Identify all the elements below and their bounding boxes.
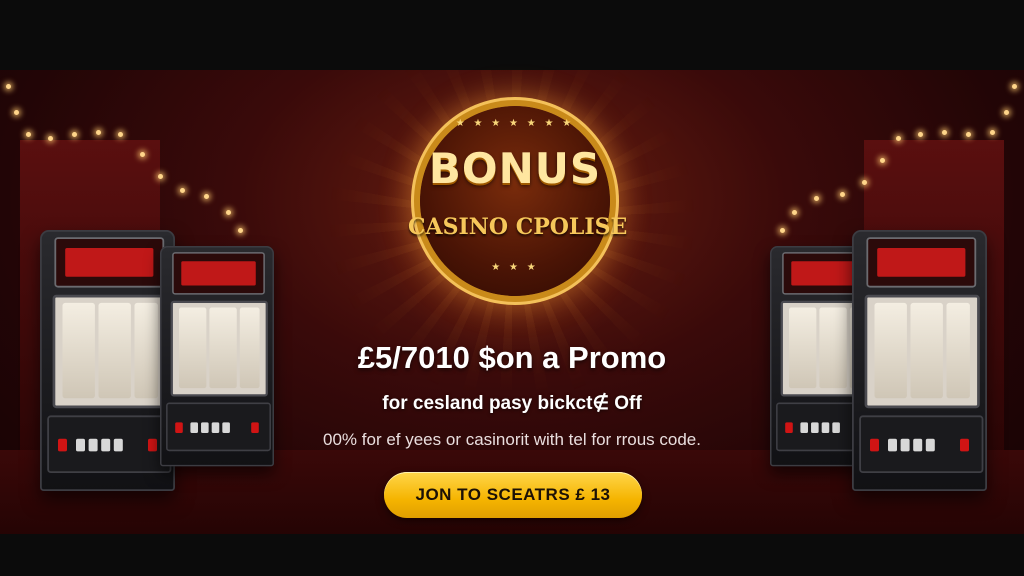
badge-stars-top: ★ ★ ★ ★ ★ ★ ★ [455, 118, 575, 129]
slot-machine [40, 230, 175, 491]
promo-description: 00% for ef yees or casinorit with tel fo… [323, 430, 701, 449]
badge-title: BONUS [428, 144, 602, 193]
promo-subline: for cesland pasy bickct∉ Off [382, 393, 642, 414]
promo-headline: £5/7010 $on a Promo [357, 340, 667, 375]
bonus-badge: ★ ★ ★ ★ ★ ★ ★ BONUS CASINO CPOLISE ★ ★ ★ [408, 106, 627, 296]
badge-stars-bottom: ★ ★ ★ [491, 262, 539, 273]
badge-subtitle: CASINO CPOLISE [408, 214, 628, 240]
slot-machine [852, 230, 987, 491]
join-cta-button[interactable]: JON TO SCEATRS £ 13 [384, 472, 642, 518]
